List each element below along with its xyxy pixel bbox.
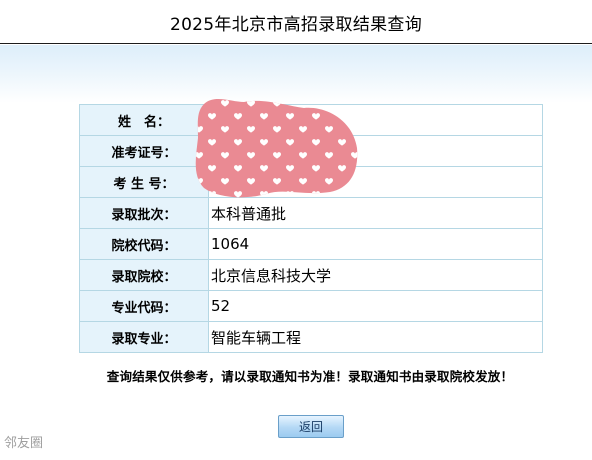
table-row: 院校代码： 1064 <box>79 228 543 260</box>
admission-batch-label: 录取批次： <box>79 197 209 229</box>
admitted-major-label: 录取专业： <box>79 321 209 353</box>
back-button[interactable]: 返回 <box>278 415 344 438</box>
header-banner <box>0 45 592 103</box>
page-header: 2025年北京市高招录取结果查询 <box>0 0 592 44</box>
admitted-school-label: 录取院校： <box>79 259 209 291</box>
name-label: 姓 名： <box>79 104 209 136</box>
admission-batch-value: 本科普通批 <box>208 197 543 229</box>
major-code-label: 专业代码： <box>79 290 209 322</box>
table-row: 专业代码： 52 <box>79 290 543 322</box>
notice-text: 查询结果仅供参考，请以录取通知书为准！录取通知书由录取院校发放！ <box>106 369 514 384</box>
candidate-number-label: 考 生 号： <box>79 166 209 198</box>
watermark: 邻友圈 <box>4 436 44 451</box>
table-row: 录取院校： 北京信息科技大学 <box>79 259 543 291</box>
page-title: 2025年北京市高招录取结果查询 <box>169 15 423 35</box>
privacy-cover-sticker <box>195 98 358 198</box>
table-row: 录取批次： 本科普通批 <box>79 197 543 229</box>
school-code-value: 1064 <box>208 228 543 260</box>
table-row: 录取专业： 智能车辆工程 <box>79 321 543 353</box>
exam-number-label: 准考证号： <box>79 135 209 167</box>
admitted-major-value: 智能车辆工程 <box>208 321 543 353</box>
admitted-school-value: 北京信息科技大学 <box>208 259 543 291</box>
major-code-value: 52 <box>208 290 543 322</box>
school-code-label: 院校代码： <box>79 228 209 260</box>
